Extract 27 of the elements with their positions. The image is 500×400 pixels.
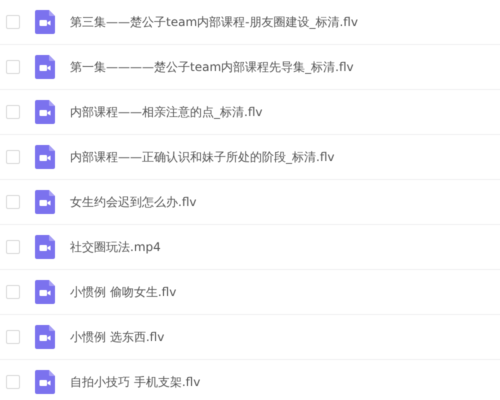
checkbox[interactable] <box>6 285 20 299</box>
file-name[interactable]: 小惯例 选东西.flv <box>70 328 164 346</box>
video-file-icon <box>35 10 55 34</box>
file-name[interactable]: 女生约会迟到怎么办.flv <box>70 194 196 210</box>
video-file-icon <box>35 370 55 394</box>
file-name[interactable]: 小惯例 偷吻女生.flv <box>70 284 176 300</box>
video-file-icon <box>35 190 55 214</box>
file-name[interactable]: 第三集——楚公子team内部课程-朋友圈建设_标清.flv <box>70 14 358 30</box>
checkbox[interactable] <box>6 15 20 29</box>
file-name[interactable]: 内部课程——正确认识和妹子所处的阶段_标清.flv <box>70 148 334 166</box>
checkbox[interactable] <box>6 330 20 344</box>
video-file-icon <box>35 280 55 304</box>
file-name[interactable]: 社交圈玩法.mp4 <box>70 238 161 256</box>
file-name[interactable]: 内部课程——相亲注意的点_标清.flv <box>70 104 262 120</box>
file-name[interactable]: 第一集————楚公子team内部课程先导集_标清.flv <box>70 58 354 76</box>
checkbox[interactable] <box>6 375 20 389</box>
checkbox[interactable] <box>6 195 20 209</box>
video-file-icon <box>35 235 55 259</box>
video-file-icon <box>35 325 55 349</box>
video-file-icon <box>35 100 55 124</box>
video-file-icon <box>35 145 55 169</box>
video-file-icon <box>35 55 55 79</box>
checkbox[interactable] <box>6 60 20 74</box>
checkbox[interactable] <box>6 105 20 119</box>
file-name[interactable]: 自拍小技巧 手机支架.flv <box>70 374 200 390</box>
checkbox[interactable] <box>6 150 20 164</box>
checkbox[interactable] <box>6 240 20 254</box>
